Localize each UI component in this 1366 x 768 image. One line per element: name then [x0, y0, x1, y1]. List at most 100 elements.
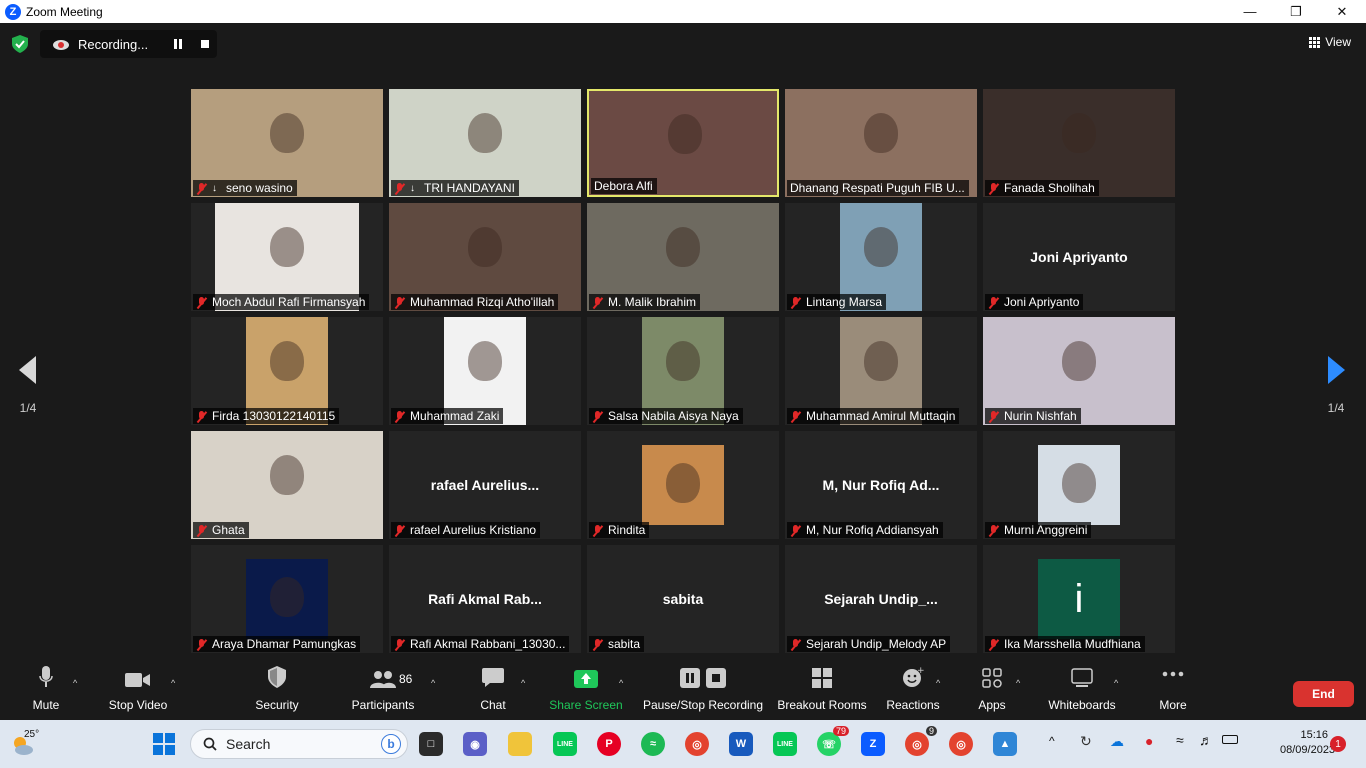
pinterest-icon[interactable]: P [597, 732, 621, 756]
line-app-icon[interactable]: LINE [553, 732, 577, 756]
whatsapp-badge: 79 [832, 726, 849, 736]
participant-tile[interactable]: Nurin Nishfah [983, 317, 1175, 425]
participant-video [1038, 445, 1120, 525]
share-screen-button[interactable]: Share Screen [548, 660, 624, 720]
participant-tile[interactable]: Murni Anggreini [983, 431, 1175, 539]
participant-tile[interactable]: Joni Apriyanto Joni Apriyanto [983, 203, 1175, 311]
pause-stop-recording-button[interactable]: Pause/Stop Recording [641, 660, 765, 720]
participant-tile[interactable]: Lintang Marsa [785, 203, 977, 311]
participant-tile[interactable]: Salsa Nabila Aisya Naya [587, 317, 779, 425]
participant-name: Rindita [608, 523, 646, 537]
video-options-caret[interactable]: ^ [171, 678, 175, 688]
participant-tile[interactable]: Moch Abdul Rafi Firmansyah [191, 203, 383, 311]
participants-button[interactable]: 86 Participants [350, 660, 416, 720]
volume-icon[interactable]: ♬ [1199, 732, 1213, 748]
participant-tile[interactable]: Araya Dhamar Pamungkas [191, 545, 383, 653]
whiteboards-button[interactable]: Whiteboards [1045, 660, 1119, 720]
security-button[interactable]: Security [252, 660, 302, 720]
whiteboards-options-caret[interactable]: ^ [1114, 678, 1118, 688]
bing-icon[interactable]: b [381, 734, 401, 754]
chrome-icon[interactable]: ◎ 9 [905, 726, 937, 756]
spotify-icon[interactable]: ≈ [641, 732, 665, 756]
reactions-options-caret[interactable]: ^ [936, 678, 940, 688]
onedrive-cloud-icon[interactable]: ☁ [1110, 733, 1124, 750]
participant-tile[interactable]: Debora Alfi [587, 89, 779, 197]
photos-app-icon[interactable]: ▲ [993, 732, 1017, 756]
chrome-profile-icon[interactable]: ◎ [685, 732, 709, 756]
weather-widget[interactable]: 25° [10, 729, 44, 759]
sync-icon[interactable]: ↻ [1080, 733, 1092, 750]
participant-name: Sejarah Undip_Melody AP [806, 637, 947, 651]
breakout-rooms-button[interactable]: Breakout Rooms [776, 660, 868, 720]
chevron-right-icon [1328, 356, 1345, 384]
encryption-shield-icon[interactable] [12, 35, 28, 53]
apps-icon [982, 668, 1002, 688]
minimize-button[interactable]: — [1227, 0, 1273, 23]
end-meeting-button[interactable]: End [1293, 681, 1354, 707]
participant-tile[interactable]: Muhammad Amirul Muttaqin [785, 317, 977, 425]
participant-tile[interactable]: Dhanang Respati Puguh FIB U... [785, 89, 977, 197]
participant-tile[interactable]: Fanada Sholihah [983, 89, 1175, 197]
participant-tile[interactable]: M, Nur Rofiq Ad... M, Nur Rofiq Addiansya… [785, 431, 977, 539]
reactions-button[interactable]: + Reactions [884, 660, 942, 720]
battery-icon[interactable] [1222, 735, 1238, 744]
participant-name-label: Murni Anggreini [985, 522, 1092, 538]
participant-silhouette [468, 226, 502, 267]
tray-overflow-chevron-icon[interactable]: ^ [1049, 734, 1055, 748]
apps-button[interactable]: Apps [975, 660, 1009, 720]
participant-tile[interactable]: rafael Aurelius... rafael Aurelius Kristi… [389, 431, 581, 539]
participant-tile[interactable]: ↓ TRI HANDAYANI [389, 89, 581, 197]
participant-name-label: Lintang Marsa [787, 294, 887, 310]
participant-tile[interactable]: Ghata [191, 431, 383, 539]
wifi-icon[interactable]: ≈ [1176, 732, 1184, 748]
file-explorer-icon[interactable] [508, 732, 532, 756]
mute-button[interactable]: Mute [26, 660, 66, 720]
notification-badge[interactable]: 1 [1330, 736, 1346, 752]
participant-tile[interactable]: Firda 13030122140115 [191, 317, 383, 425]
whatsapp-icon[interactable]: ☏ 79 [817, 726, 849, 756]
chat-options-caret[interactable]: ^ [521, 678, 525, 688]
smiley-reaction-icon: + [903, 666, 924, 687]
pause-recording-icon[interactable] [173, 39, 183, 49]
participants-options-caret[interactable]: ^ [431, 678, 435, 688]
participant-tile[interactable]: i Ika Marsshella Mudfhiana [983, 545, 1175, 653]
microphone-in-use-icon[interactable]: ● [1145, 733, 1153, 749]
participant-tile[interactable]: sabita sabita [587, 545, 779, 653]
participant-tile[interactable]: ↓ seno wasino [191, 89, 383, 197]
participants-icon [370, 671, 396, 688]
view-button[interactable]: View [1309, 35, 1351, 49]
close-button[interactable]: ✕ [1319, 0, 1365, 23]
participant-tile[interactable]: Muhammad Zaki [389, 317, 581, 425]
meeting-toolbar: Mute ^ Stop Video ^ Security 86 Particip… [0, 660, 1366, 720]
participant-tile[interactable]: Muhammad Rizqi Atho'illah [389, 203, 581, 311]
line-app-icon-2[interactable]: LINE [773, 732, 797, 756]
apps-options-caret[interactable]: ^ [1016, 678, 1020, 688]
participant-tile[interactable]: Sejarah Undip_... Sejarah Undip_Melody AP [785, 545, 977, 653]
zoom-taskbar-icon[interactable]: Z [861, 732, 885, 756]
participant-tile[interactable]: Rafi Akmal Rab... Rafi Akmal Rabbani_1303… [389, 545, 581, 653]
teams-chat-icon[interactable]: ◉ [463, 732, 487, 756]
windows-start-icon[interactable] [153, 733, 175, 755]
stop-recording-icon[interactable] [201, 40, 209, 48]
participant-silhouette [270, 226, 304, 267]
stop-video-button[interactable]: Stop Video [104, 660, 172, 720]
share-options-caret[interactable]: ^ [619, 678, 623, 688]
chat-button[interactable]: Chat [476, 660, 510, 720]
next-page-button[interactable]: 1/4 [1321, 356, 1351, 415]
taskbar-clock[interactable]: 15:16 08/09/2023 [1280, 728, 1335, 758]
chrome-profile-icon-2[interactable]: ◎ [949, 732, 973, 756]
participant-tile[interactable]: Rindita [587, 431, 779, 539]
participant-display-name: Sejarah Undip_... [824, 591, 938, 607]
participant-silhouette [864, 112, 898, 153]
audio-options-caret[interactable]: ^ [73, 678, 77, 688]
more-button[interactable]: More [1153, 660, 1193, 720]
restore-button[interactable]: ❐ [1273, 0, 1319, 23]
participant-tile[interactable]: M. Malik Ibrahim [587, 203, 779, 311]
participant-silhouette [666, 340, 700, 381]
previous-page-button[interactable]: 1/4 [13, 356, 43, 415]
task-view-icon[interactable]: □ [419, 732, 443, 756]
word-icon[interactable]: W [729, 732, 753, 756]
participant-name-label: Ika Marsshella Mudfhiana [985, 636, 1145, 652]
participant-name-label: Muhammad Rizqi Atho'illah [391, 294, 559, 310]
taskbar-search-box[interactable]: Search b [190, 729, 408, 759]
